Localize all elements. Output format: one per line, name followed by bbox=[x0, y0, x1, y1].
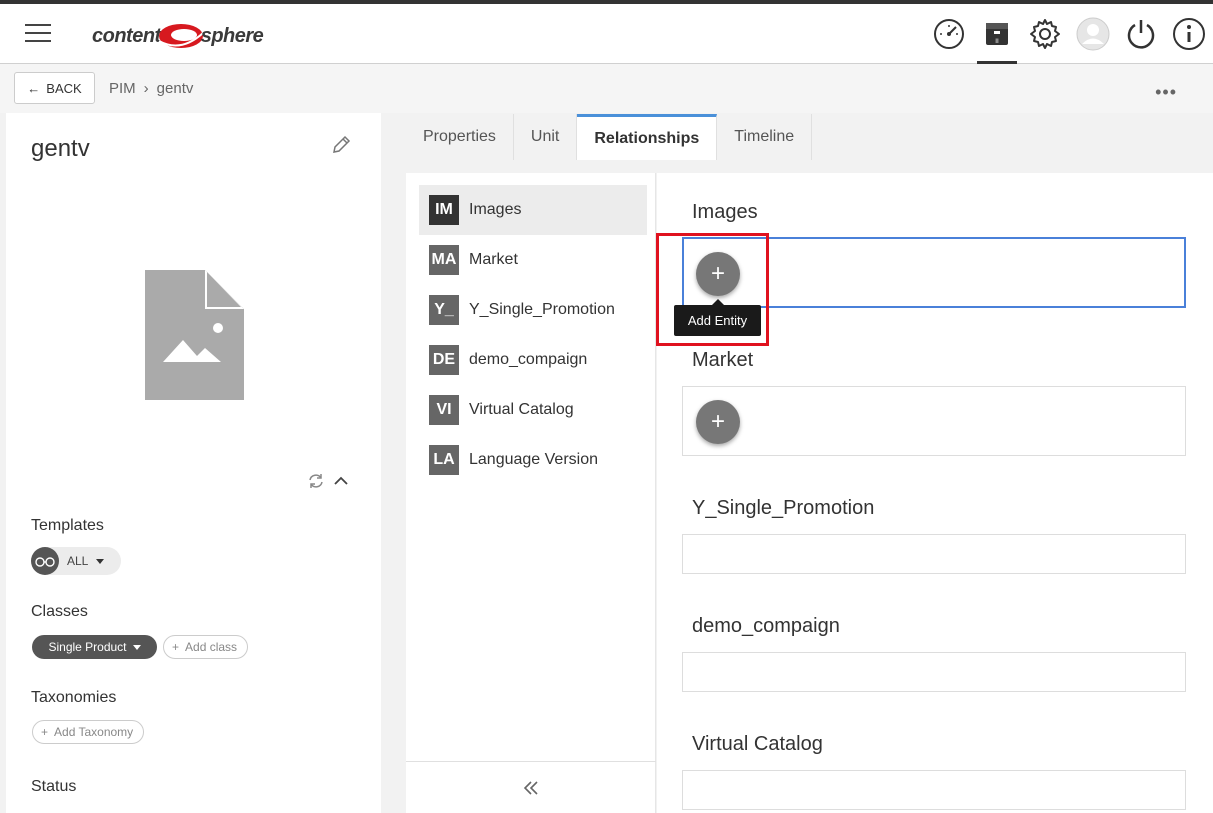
menu-icon[interactable] bbox=[25, 24, 51, 44]
glasses-icon bbox=[31, 547, 59, 575]
info-icon bbox=[1173, 18, 1205, 50]
section-title-demo-compaign: demo_compaign bbox=[692, 615, 840, 637]
add-taxonomy-button[interactable]: + Add Taxonomy bbox=[32, 720, 145, 744]
logo[interactable]: content sphere bbox=[92, 18, 264, 54]
relationship-item-virtual-catalog[interactable]: VI Virtual Catalog bbox=[419, 385, 647, 435]
user-icon bbox=[1076, 17, 1110, 51]
templates-dropdown[interactable]: ALL bbox=[31, 547, 121, 575]
settings-button[interactable] bbox=[1021, 4, 1069, 64]
demo-compaign-drop-area[interactable] bbox=[682, 652, 1186, 692]
templates-label: Templates bbox=[31, 517, 104, 534]
add-taxonomy-label: Add Taxonomy bbox=[54, 725, 134, 739]
svg-text:II: II bbox=[995, 38, 999, 45]
logout-button[interactable] bbox=[1117, 4, 1165, 64]
section-title-market: Market bbox=[692, 349, 754, 371]
entity-panel: gentv Templates ALL Classes Single Produ… bbox=[6, 113, 381, 813]
tab-properties[interactable]: Properties bbox=[406, 114, 514, 160]
relationship-badge: DE bbox=[429, 345, 459, 375]
add-class-button[interactable]: + Add class bbox=[163, 635, 249, 659]
breadcrumb-bar: ← BACK PIM › gentv ••• bbox=[0, 64, 1213, 113]
collapse-nav-button[interactable] bbox=[406, 761, 656, 813]
y-single-promotion-drop-area[interactable] bbox=[682, 534, 1186, 574]
relationship-label: Language Version bbox=[469, 451, 598, 468]
add-entity-button[interactable]: + bbox=[696, 252, 740, 296]
plus-icon: + bbox=[41, 725, 49, 739]
relationship-label: Images bbox=[469, 201, 522, 218]
section-title-images: Images bbox=[692, 201, 758, 223]
logo-text-left: content bbox=[92, 24, 161, 47]
chevron-right-icon: › bbox=[143, 80, 149, 97]
tab-timeline[interactable]: Timeline bbox=[717, 114, 813, 160]
add-entity-button[interactable]: + bbox=[696, 400, 740, 444]
arrow-left-icon: ← bbox=[27, 80, 41, 96]
class-dropdown[interactable]: Single Product bbox=[32, 635, 157, 659]
breadcrumb-current: gentv bbox=[156, 80, 194, 97]
gear-icon bbox=[1030, 19, 1060, 49]
relationship-badge: VI bbox=[429, 395, 459, 425]
entity-title: gentv bbox=[31, 135, 90, 162]
plus-icon: + bbox=[710, 260, 725, 287]
tab-relationships[interactable]: Relationships bbox=[577, 114, 718, 160]
power-icon bbox=[1127, 20, 1155, 49]
relationship-label: Market bbox=[469, 251, 518, 268]
breadcrumb: PIM › gentv bbox=[109, 80, 193, 97]
pim-button[interactable]: II bbox=[973, 4, 1021, 64]
top-bar: content sphere II bbox=[0, 0, 1213, 64]
image-placeholder-icon bbox=[145, 270, 244, 400]
relationship-item-market[interactable]: MA Market bbox=[419, 235, 647, 285]
classes-label: Classes bbox=[31, 603, 88, 620]
plus-icon: + bbox=[710, 408, 725, 435]
status-label: Status bbox=[31, 778, 77, 795]
more-options-icon[interactable]: ••• bbox=[1155, 82, 1177, 103]
class-value: Single Product bbox=[48, 640, 127, 654]
relationship-item-language-version[interactable]: LA Language Version bbox=[419, 435, 647, 485]
caret-down-icon bbox=[132, 644, 141, 650]
relationship-badge: Y_ bbox=[429, 295, 459, 325]
tab-unit[interactable]: Unit bbox=[513, 114, 578, 160]
refresh-icon[interactable] bbox=[307, 472, 325, 490]
dashboard-button[interactable] bbox=[925, 4, 973, 64]
info-button[interactable] bbox=[1165, 4, 1213, 64]
relationship-badge: IM bbox=[429, 195, 459, 225]
pencil-icon[interactable] bbox=[331, 135, 351, 155]
back-label: BACK bbox=[46, 80, 82, 96]
double-chevron-left-icon bbox=[523, 780, 538, 795]
relationship-label: demo_compaign bbox=[469, 351, 588, 368]
relationship-item-demo-compaign[interactable]: DE demo_compaign bbox=[419, 335, 647, 385]
images-drop-area[interactable]: + bbox=[682, 237, 1186, 308]
taxonomies-label: Taxonomies bbox=[31, 689, 117, 706]
virtual-catalog-drop-area[interactable] bbox=[682, 770, 1186, 810]
relationship-badge: LA bbox=[429, 445, 459, 475]
section-title-virtual-catalog: Virtual Catalog bbox=[692, 733, 823, 755]
plus-icon: + bbox=[172, 640, 180, 654]
add-class-label: Add class bbox=[185, 640, 238, 654]
section-title-y-single-promotion: Y_Single_Promotion bbox=[692, 497, 875, 519]
relationship-label: Virtual Catalog bbox=[469, 401, 574, 418]
chevron-up-icon[interactable] bbox=[332, 472, 350, 490]
caret-down-icon bbox=[96, 558, 105, 564]
relationship-label: Y_Single_Promotion bbox=[469, 301, 615, 318]
relationships-content: Images + Market + Y_Single_Promotion dem… bbox=[657, 173, 1213, 813]
dashboard-icon bbox=[934, 19, 964, 49]
relationship-item-images[interactable]: IM Images bbox=[419, 185, 647, 235]
relationship-badge: MA bbox=[429, 245, 459, 275]
back-button[interactable]: ← BACK bbox=[14, 72, 95, 104]
box-icon: II bbox=[986, 23, 1008, 45]
relationship-item-y-single-promotion[interactable]: Y_ Y_Single_Promotion bbox=[419, 285, 647, 335]
user-button[interactable] bbox=[1069, 4, 1117, 64]
breadcrumb-pim[interactable]: PIM bbox=[109, 80, 136, 97]
logo-swoosh-icon bbox=[158, 24, 204, 48]
relationship-nav: IM Images MA Market Y_ Y_Single_Promotio… bbox=[406, 173, 656, 813]
tab-bar: Properties Unit Relationships Timeline bbox=[406, 114, 813, 160]
logo-text-right: sphere bbox=[200, 24, 264, 47]
market-drop-area[interactable]: + bbox=[682, 386, 1186, 456]
add-entity-tooltip: Add Entity bbox=[674, 299, 761, 336]
templates-value: ALL bbox=[67, 554, 89, 568]
